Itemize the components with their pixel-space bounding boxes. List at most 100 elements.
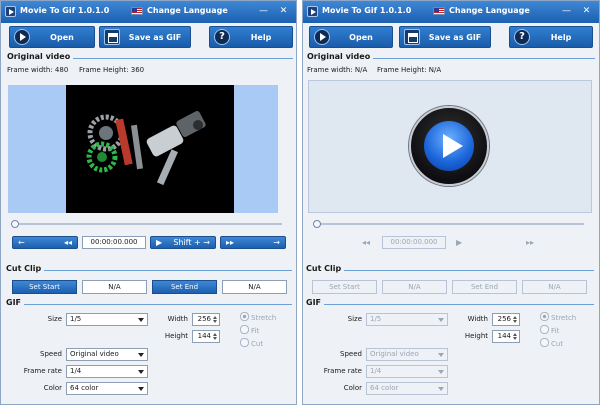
app-logo-icon [307, 6, 318, 17]
width-input[interactable]: 256 [492, 313, 520, 326]
section-divider [344, 270, 594, 271]
fast-forward-icon[interactable]: ▸▸ [526, 238, 534, 247]
help-label: Help [250, 32, 272, 42]
cut-radio[interactable]: Cut [540, 338, 563, 348]
help-button[interactable]: Help [509, 26, 593, 48]
time-display: 00:00:00.000 [382, 236, 446, 249]
next-frame-button[interactable]: ▸▸ → [220, 236, 286, 249]
speed-select[interactable]: Original video [66, 348, 148, 361]
spin-up-icon[interactable] [213, 333, 217, 336]
set-start-button[interactable]: Set Start [312, 280, 377, 294]
help-label: Help [550, 32, 572, 42]
save-image-icon [404, 29, 420, 45]
play-small-icon[interactable]: ▶ [456, 238, 462, 247]
spin-down-icon[interactable] [213, 337, 217, 340]
fit-radio[interactable]: Fit [540, 325, 559, 335]
play-button[interactable] [409, 106, 489, 186]
section-divider [373, 58, 595, 59]
spin-up-icon[interactable] [513, 316, 517, 319]
color-value: 64 color [370, 384, 399, 392]
chevron-down-icon [438, 370, 444, 374]
rewind-icon[interactable]: ◂◂ [362, 238, 370, 247]
frame-height-text: Frame Height: N/A [377, 66, 442, 74]
frame-rate-select[interactable]: 1/4 [366, 365, 448, 378]
spin-down-icon[interactable] [513, 320, 517, 323]
help-icon [514, 29, 530, 45]
size-select[interactable]: 1/5 [66, 313, 148, 326]
frame-rate-label: Frame rate [323, 367, 362, 375]
seek-slider-track[interactable] [12, 223, 282, 225]
fit-radio[interactable]: Fit [240, 325, 259, 335]
save-as-gif-label: Save as GIF [428, 32, 482, 42]
chevron-down-icon [138, 353, 144, 357]
help-button[interactable]: Help [209, 26, 293, 48]
set-start-button[interactable]: Set Start [12, 280, 77, 294]
title-bar: Movie To Gif 1.0.1.0 Change Language — ✕ [1, 1, 296, 23]
seek-slider-handle[interactable] [11, 220, 19, 228]
frame-rate-value: 1/4 [370, 367, 382, 375]
spin-up-icon[interactable] [213, 316, 217, 319]
play-circle-icon [314, 29, 330, 45]
original-video-heading: Original video [7, 52, 71, 61]
size-select[interactable]: 1/5 [366, 313, 448, 326]
spin-up-icon[interactable] [513, 333, 517, 336]
open-button[interactable]: Open [9, 26, 95, 48]
frame-width-text: Frame width: 480 [7, 66, 69, 74]
minimize-button[interactable]: — [257, 5, 270, 18]
stretch-radio[interactable]: Stretch [540, 312, 576, 322]
chevron-down-icon [138, 318, 144, 322]
close-button[interactable]: ✕ [277, 5, 290, 18]
width-value: 256 [197, 315, 211, 323]
color-select[interactable]: 64 color [366, 382, 448, 395]
change-language-link[interactable]: Change Language [449, 6, 530, 15]
speed-select[interactable]: Original video [366, 348, 448, 361]
color-value: 64 color [70, 384, 99, 392]
seek-slider-handle[interactable] [313, 220, 321, 228]
width-label: Width [167, 315, 188, 323]
stretch-radio[interactable]: Stretch [240, 312, 276, 322]
section-divider [324, 304, 594, 305]
frame-rate-select[interactable]: 1/4 [66, 365, 148, 378]
save-as-gif-button[interactable]: Save as GIF [399, 26, 491, 48]
minimize-button[interactable]: — [560, 5, 573, 18]
save-image-icon [104, 29, 120, 45]
spin-down-icon[interactable] [213, 320, 217, 323]
save-as-gif-button[interactable]: Save as GIF [99, 26, 191, 48]
open-label: Open [349, 32, 373, 42]
open-label: Open [50, 32, 74, 42]
time-display: 00:00:00.000 [82, 236, 146, 249]
color-select[interactable]: 64 color [66, 382, 148, 395]
original-video-heading: Original video [307, 52, 371, 61]
width-input[interactable]: 256 [192, 313, 220, 326]
height-input[interactable]: 144 [192, 330, 220, 343]
chevron-down-icon [138, 370, 144, 374]
prev-frame-button[interactable]: ← ◂◂ [12, 236, 78, 249]
start-time-value: N/A [382, 280, 447, 294]
open-button[interactable]: Open [309, 26, 393, 48]
change-language-link[interactable]: Change Language [147, 6, 228, 15]
section-divider [24, 304, 292, 305]
play-circle-icon [14, 29, 30, 45]
title-bar: Movie To Gif 1.0.1.0 Change Language — ✕ [303, 1, 599, 23]
window-title: Movie To Gif 1.0.1.0 [322, 6, 412, 15]
gif-heading: GIF [6, 298, 22, 307]
width-value: 256 [497, 315, 511, 323]
spin-down-icon[interactable] [513, 337, 517, 340]
chevron-down-icon [438, 353, 444, 357]
height-input[interactable]: 144 [492, 330, 520, 343]
close-button[interactable]: ✕ [580, 5, 593, 18]
us-flag-icon[interactable] [433, 7, 445, 15]
video-frame [66, 85, 234, 213]
app-logo-icon [5, 6, 16, 17]
set-end-button[interactable]: Set End [452, 280, 517, 294]
us-flag-icon[interactable] [131, 7, 143, 15]
speed-label: Speed [40, 350, 62, 358]
set-end-button[interactable]: Set End [152, 280, 217, 294]
section-divider [73, 58, 293, 59]
shift-forward-label: Shift + → [173, 238, 210, 247]
size-label: Size [347, 315, 362, 323]
chevron-down-icon [138, 387, 144, 391]
seek-slider-track[interactable] [314, 223, 584, 225]
shift-forward-button[interactable]: ▶ Shift + → [150, 236, 216, 249]
cut-radio[interactable]: Cut [240, 338, 263, 348]
